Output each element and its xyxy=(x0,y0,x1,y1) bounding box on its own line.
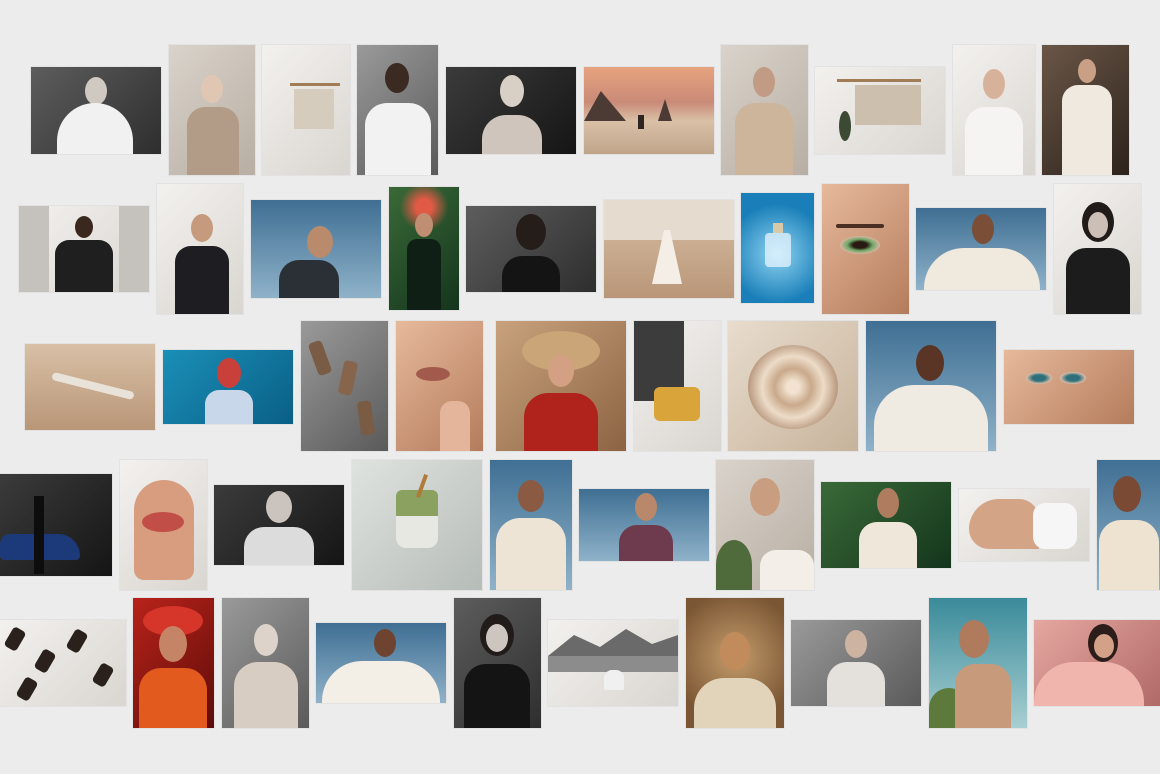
gallery-image-tile[interactable] xyxy=(1097,460,1160,590)
gallery-image-tile[interactable] xyxy=(19,206,149,292)
portrait-bob-dark-icon xyxy=(516,214,546,250)
gallery-image-tile[interactable] xyxy=(821,482,951,568)
gallery-image-tile[interactable] xyxy=(214,485,344,565)
gallery-image-tile[interactable] xyxy=(916,208,1046,290)
beach-yoga-sunset-icon xyxy=(584,91,626,121)
woman-blazer-white-wall-icon xyxy=(191,214,213,242)
gallery-image-tile[interactable] xyxy=(584,67,714,154)
driftwood-sand-icon xyxy=(51,371,135,401)
gallery-image-tile[interactable] xyxy=(741,193,814,303)
profile-blue-sky-icon xyxy=(307,226,333,258)
gallery-image-tile[interactable] xyxy=(357,45,438,175)
gallery-image-tile[interactable] xyxy=(466,206,596,292)
gallery-image-tile[interactable] xyxy=(959,489,1089,561)
gallery-image-tile[interactable] xyxy=(222,598,309,728)
woman-fur-hood-icon xyxy=(720,632,750,670)
gallery-image-tile[interactable] xyxy=(728,321,858,451)
shoulder-white-top-icon xyxy=(1033,503,1077,549)
gallery-image-tile[interactable] xyxy=(157,184,243,314)
face-closeup-glow-icon xyxy=(1026,372,1052,384)
two-models-white-suits-icon xyxy=(1078,59,1096,83)
gallery-image-tile[interactable] xyxy=(866,321,996,451)
gallery-image-tile[interactable] xyxy=(721,45,808,175)
dark-bottles-pattern-icon xyxy=(3,625,27,653)
cream-swirl-icon xyxy=(748,345,838,429)
woman-draped-sky-icon xyxy=(972,214,994,244)
gallery-image-tile[interactable] xyxy=(446,67,576,154)
gallery-image-tile[interactable] xyxy=(163,350,293,424)
portrait-white-shirt-bw-icon xyxy=(385,63,409,93)
gallery-image-tile[interactable] xyxy=(490,460,572,590)
gallery-image-tile[interactable] xyxy=(316,623,446,703)
gallery-image-tile[interactable] xyxy=(822,184,909,314)
lips-white-hood-icon xyxy=(142,512,184,532)
gallery-image-tile[interactable] xyxy=(929,598,1027,728)
woman-green-leaves-icon xyxy=(877,488,899,518)
gallery-image-tile[interactable] xyxy=(301,321,388,451)
woman-red-floral-icon xyxy=(159,626,187,662)
woman-looking-up-sky-icon xyxy=(635,493,657,521)
woman-white-drape-sky-icon xyxy=(374,629,396,657)
gallery-image-tile[interactable] xyxy=(262,45,350,175)
gallery-image-tile[interactable] xyxy=(120,460,207,590)
bald-figure-light-icon xyxy=(845,630,867,658)
lips-hand-closeup-icon xyxy=(416,367,450,381)
gallery-image-tile[interactable] xyxy=(791,620,921,706)
perfume-water-icon xyxy=(765,233,791,267)
portrait-drape-white-icon xyxy=(983,69,1005,99)
gallery-image-tile[interactable] xyxy=(169,45,255,175)
gallery-image-tile[interactable] xyxy=(604,200,734,298)
bald-figure-studio-icon xyxy=(254,624,278,656)
woman-flowers-green-icon xyxy=(415,213,433,237)
gallery-image-tile[interactable] xyxy=(716,460,814,590)
gallery-image-tile[interactable] xyxy=(1054,184,1141,314)
gallery-image-tile[interactable] xyxy=(454,598,541,728)
woman-braids-white-icon xyxy=(916,345,944,381)
bottles-on-stones-icon xyxy=(307,339,333,377)
gallery-image-tile[interactable] xyxy=(389,187,459,310)
gallery-image-tile[interactable] xyxy=(1004,350,1134,424)
gallery-image-tile[interactable] xyxy=(352,460,482,590)
woman-palms-icon xyxy=(750,478,780,516)
portrait-blazer-bw-icon xyxy=(266,491,292,523)
woman-braids-cream-icon xyxy=(518,480,544,512)
eye-closeup-makeup-icon xyxy=(840,236,880,254)
meditation-mountains-bw-icon xyxy=(548,629,678,656)
clothing-rack-light-icon xyxy=(290,83,340,86)
gallery-image-tile[interactable] xyxy=(1034,620,1160,706)
gallery-image-tile[interactable] xyxy=(953,45,1035,175)
woman-ocean-icon xyxy=(959,620,989,658)
gallery-image-tile[interactable] xyxy=(1042,45,1129,175)
clothing-rack-plant-icon xyxy=(837,79,921,82)
woman-braids-beige-icon xyxy=(1113,476,1141,512)
woman-red-hair-blue-icon xyxy=(217,358,241,388)
gallery-image-tile[interactable] xyxy=(31,67,161,154)
portrait-white-cape-bw-icon xyxy=(85,77,107,105)
gallery-image-tile[interactable] xyxy=(579,489,709,561)
gallery-image-tile[interactable] xyxy=(133,598,214,728)
matcha-drink-icon xyxy=(396,490,438,548)
gallery-image-tile[interactable] xyxy=(0,620,126,706)
bald-figure-beige-coat-icon xyxy=(753,67,775,97)
gallery-image-tile[interactable] xyxy=(251,200,381,298)
bald-figure-dark-icon xyxy=(500,75,524,107)
three-models-interior-icon xyxy=(201,75,223,103)
gallery-image-tile[interactable] xyxy=(496,321,626,451)
gallery-image-tile[interactable] xyxy=(815,67,945,154)
gallery-image-tile[interactable] xyxy=(686,598,784,728)
gallery-image-tile[interactable] xyxy=(548,620,678,706)
yellow-chair-room-icon xyxy=(654,387,700,421)
gallery-image-tile[interactable] xyxy=(634,321,721,451)
gallery-image-tile[interactable] xyxy=(25,344,155,430)
gallery-image-tile[interactable] xyxy=(396,321,483,451)
gallery-image-tile[interactable] xyxy=(0,474,112,576)
man-suit-architecture-icon xyxy=(75,216,93,238)
